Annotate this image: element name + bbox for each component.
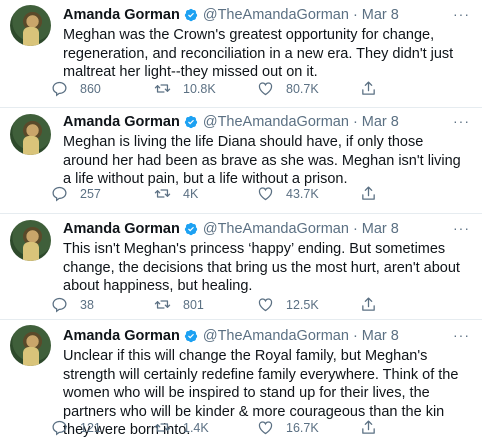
- retweet-button[interactable]: 1.4K: [154, 419, 257, 436]
- share-button[interactable]: [360, 80, 463, 97]
- tweet[interactable]: Amanda Gorman @TheAmandaGorman · Mar 8 ·…: [0, 320, 482, 440]
- tweet-text: This isn't Meghan's princess ‘happy’ end…: [63, 241, 460, 294]
- author-name[interactable]: Amanda Gorman: [63, 114, 180, 130]
- tweet[interactable]: Amanda Gorman @TheAmandaGorman · Mar 8 ·…: [0, 0, 482, 108]
- more-options-icon[interactable]: ···: [453, 113, 470, 129]
- tweet-header: Amanda Gorman @TheAmandaGorman · Mar 8: [63, 113, 470, 131]
- like-count: 16.7K: [286, 420, 319, 435]
- tweet-actions: 860 10.8K 80.7K: [51, 80, 463, 97]
- like-count: 43.7K: [286, 186, 319, 201]
- reply-button[interactable]: 121: [51, 419, 154, 436]
- retweet-icon: [154, 300, 171, 309]
- more-options-icon[interactable]: ···: [453, 327, 470, 343]
- verified-badge-icon: [184, 329, 197, 343]
- retweet-button[interactable]: 4K: [154, 185, 257, 202]
- tweet-actions: 38 801 12.5K: [51, 296, 463, 313]
- retweet-icon: [154, 189, 171, 198]
- like-count: 80.7K: [286, 81, 319, 96]
- heart-icon: [258, 298, 273, 312]
- tweet[interactable]: Amanda Gorman @TheAmandaGorman · Mar 8 ·…: [0, 108, 482, 214]
- author-name[interactable]: Amanda Gorman: [63, 7, 180, 23]
- reply-icon: [52, 81, 67, 97]
- share-icon: [362, 297, 375, 311]
- tweet-date[interactable]: Mar 8: [362, 114, 399, 130]
- avatar[interactable]: [10, 220, 51, 261]
- tweet-date[interactable]: Mar 8: [362, 7, 399, 23]
- heart-icon: [258, 187, 273, 201]
- verified-badge-icon: [184, 115, 197, 129]
- retweet-count: 1.4K: [183, 420, 209, 435]
- avatar[interactable]: [10, 325, 51, 366]
- heart-icon: [258, 82, 273, 96]
- reply-icon: [52, 297, 67, 313]
- reply-icon: [52, 420, 67, 436]
- reply-count: 860: [80, 81, 101, 96]
- separator-dot: ·: [352, 328, 358, 344]
- tweet-date[interactable]: Mar 8: [362, 221, 399, 237]
- retweet-button[interactable]: 10.8K: [154, 80, 257, 97]
- share-icon: [362, 186, 375, 200]
- more-options-icon[interactable]: ···: [453, 6, 470, 22]
- reply-count: 38: [80, 297, 94, 312]
- share-icon: [362, 420, 375, 434]
- author-handle[interactable]: @TheAmandaGorman: [203, 221, 349, 237]
- avatar[interactable]: [10, 5, 51, 46]
- avatar[interactable]: [10, 114, 51, 155]
- author-name[interactable]: Amanda Gorman: [63, 328, 180, 344]
- verified-badge-icon: [184, 222, 197, 236]
- like-button[interactable]: 16.7K: [257, 419, 360, 436]
- tweet-date[interactable]: Mar 8: [362, 328, 399, 344]
- retweet-count: 801: [183, 297, 204, 312]
- tweet[interactable]: Amanda Gorman @TheAmandaGorman · Mar 8 ·…: [0, 214, 482, 320]
- tweet-actions: 257 4K 43.7K: [51, 185, 463, 202]
- tweet-header: Amanda Gorman @TheAmandaGorman · Mar 8: [63, 6, 470, 24]
- separator-dot: ·: [352, 7, 358, 23]
- tweet-text: Meghan was the Crown's greatest opportun…: [63, 27, 454, 80]
- share-icon: [362, 81, 375, 95]
- reply-button[interactable]: 38: [51, 296, 154, 313]
- author-handle[interactable]: @TheAmandaGorman: [203, 114, 349, 130]
- like-button[interactable]: 43.7K: [257, 185, 360, 202]
- reply-count: 257: [80, 186, 101, 201]
- share-button[interactable]: [360, 185, 463, 202]
- separator-dot: ·: [352, 114, 358, 130]
- author-name[interactable]: Amanda Gorman: [63, 221, 180, 237]
- like-count: 12.5K: [286, 297, 319, 312]
- reply-icon: [52, 186, 67, 202]
- retweet-count: 4K: [183, 186, 199, 201]
- author-handle[interactable]: @TheAmandaGorman: [203, 7, 349, 23]
- separator-dot: ·: [352, 221, 358, 237]
- tweet-header: Amanda Gorman @TheAmandaGorman · Mar 8: [63, 327, 470, 345]
- like-button[interactable]: 12.5K: [257, 296, 360, 313]
- retweet-button[interactable]: 801: [154, 296, 257, 313]
- reply-count: 121: [80, 420, 101, 435]
- share-button[interactable]: [360, 296, 463, 313]
- reply-button[interactable]: 257: [51, 185, 154, 202]
- retweet-count: 10.8K: [183, 81, 216, 96]
- verified-badge-icon: [184, 8, 197, 22]
- retweet-icon: [154, 84, 171, 93]
- reply-button[interactable]: 860: [51, 80, 154, 97]
- heart-icon: [258, 421, 273, 435]
- share-button[interactable]: [360, 419, 463, 436]
- more-options-icon[interactable]: ···: [453, 220, 470, 236]
- author-handle[interactable]: @TheAmandaGorman: [203, 328, 349, 344]
- retweet-icon: [154, 423, 171, 432]
- tweet-thread: Amanda Gorman @TheAmandaGorman · Mar 8 ·…: [0, 0, 482, 440]
- tweet-header: Amanda Gorman @TheAmandaGorman · Mar 8: [63, 220, 470, 238]
- tweet-text: Meghan is living the life Diana should h…: [63, 134, 461, 187]
- like-button[interactable]: 80.7K: [257, 80, 360, 97]
- tweet-actions: 121 1.4K 16.7K: [51, 419, 463, 436]
